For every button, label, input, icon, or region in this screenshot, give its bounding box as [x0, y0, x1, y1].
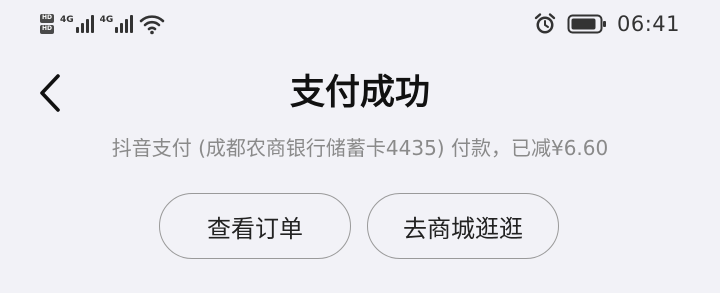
signal-1: 4G: [60, 15, 94, 33]
hd-badges: HD HD: [40, 14, 55, 34]
payment-info: 抖音支付 (成都农商银行储蓄卡4435) 付款，已减¥6.60: [111, 136, 609, 160]
page-title: 支付成功: [289, 73, 430, 113]
go-shopping-button[interactable]: 去商城逛逛: [367, 193, 559, 259]
status-time: 06:41: [616, 12, 680, 36]
signal-bars-icon: [115, 15, 134, 33]
status-left: HD HD 4G 4G: [40, 11, 165, 37]
battery-icon: [567, 13, 607, 35]
hd-badge: HD: [40, 14, 55, 23]
network-type-label: 4G: [99, 15, 114, 25]
hd-badge: HD: [40, 25, 55, 34]
view-order-button[interactable]: 查看订单: [159, 193, 351, 259]
network-type-label: 4G: [60, 15, 74, 25]
status-right: 06:41: [533, 10, 680, 38]
wifi-icon: [139, 13, 165, 35]
signal-2: 4G: [100, 15, 134, 33]
status-bar: HD HD 4G 4G 06:41: [0, 0, 720, 48]
alarm-icon: [533, 12, 557, 36]
signal-bars-icon: [75, 15, 94, 33]
